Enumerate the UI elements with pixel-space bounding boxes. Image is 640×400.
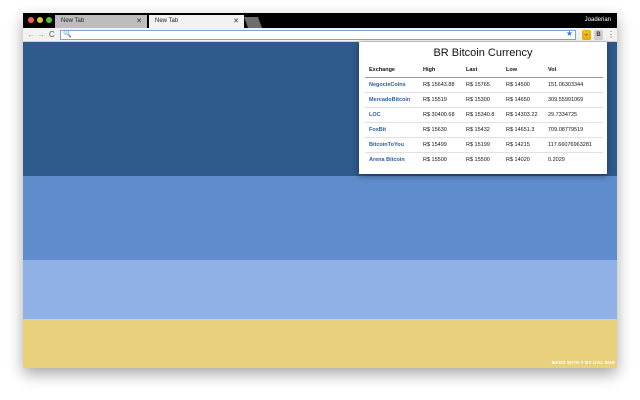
browser-toolbar: ← → C 🔍 ★ 🐱 B ⋮ — [23, 28, 617, 42]
last-cell: R$ 15300 — [462, 91, 502, 107]
exchange-link[interactable]: NegocieCoins — [365, 77, 419, 92]
column-header-last: Last — [462, 64, 502, 78]
color-band-4: MADE WITH ♥ BY GAL BHR — [23, 319, 617, 368]
table-row: LOC R$ 30400.68 R$ 15340.8 R$ 14303.22 2… — [365, 106, 603, 122]
high-cell: R$ 15643.88 — [423, 81, 455, 88]
column-header-low: Low — [502, 64, 544, 78]
search-icon: 🔍 — [63, 31, 72, 38]
close-tab-icon[interactable]: ✕ — [233, 15, 239, 28]
popup-title: BR Bitcoin Currency — [433, 47, 533, 59]
last-cell: R$ 15765 — [466, 81, 490, 88]
exchange-link[interactable]: BitcoinToYou — [365, 136, 419, 152]
profile-name[interactable]: Joaderian — [585, 13, 611, 28]
high-cell: R$ 15499 — [419, 136, 462, 152]
currency-table: Exchange High Last Low Vol NegocieCoins … — [365, 64, 603, 167]
last-cell: R$ 15500 — [462, 151, 502, 167]
exchange-link[interactable]: MercadoBitcoin — [365, 91, 419, 107]
table-row: Arena Bitcoin R$ 15500 R$ 15500 R$ 14020… — [365, 151, 603, 167]
low-cell: R$ 14500 — [506, 81, 530, 88]
exchange-link[interactable]: Arena Bitcoin — [365, 151, 419, 167]
low-cell: R$ 14020 — [502, 151, 544, 167]
table-row: MercadoBitcoin R$ 15519 R$ 15300 R$ 1465… — [365, 91, 603, 107]
extension-popup: BR Bitcoin Currency Exchange High Last L… — [359, 42, 607, 174]
tab-new-tab-1[interactable]: New Tab ✕ — [55, 15, 147, 28]
high-cell: R$ 15630 — [419, 121, 462, 137]
column-header-vol: Vol — [544, 64, 603, 78]
vol-cell: 151.06303344 — [548, 81, 584, 88]
low-cell: R$ 14303.22 — [502, 106, 544, 122]
close-tab-icon[interactable]: ✕ — [136, 15, 142, 28]
high-cell: R$ 15519 — [419, 91, 462, 107]
table-row: FoxBit R$ 15630 R$ 15432 R$ 14651.3 709.… — [365, 121, 603, 137]
tab-label: New Tab — [155, 18, 179, 24]
vol-cell: 309.55991069 — [544, 91, 603, 107]
cat-extension-icon[interactable]: 🐱 — [582, 30, 591, 40]
column-header-high: High — [419, 64, 462, 78]
reload-icon[interactable]: C — [49, 28, 55, 42]
last-cell: R$ 15432 — [462, 121, 502, 137]
bookmark-star-icon[interactable]: ★ — [566, 29, 573, 38]
table-row: NegocieCoins R$ 15643.88 R$ 15765 R$ 145… — [365, 77, 603, 92]
close-window-button[interactable] — [28, 17, 34, 23]
tab-new-tab-2[interactable]: New Tab ✕ — [149, 15, 244, 28]
vol-cell: 709.08779519 — [544, 121, 603, 137]
last-cell: R$ 15199 — [462, 136, 502, 152]
high-cell: R$ 30400.68 — [419, 106, 462, 122]
minimize-window-button[interactable] — [37, 17, 43, 23]
bitcoin-extension-icon[interactable]: B — [594, 30, 603, 40]
color-band-3 — [23, 260, 617, 319]
tab-label: New Tab — [61, 18, 85, 24]
browser-window: New Tab ✕ New Tab ✕ Joaderian ← → C 🔍 ★ … — [23, 13, 617, 368]
menu-dots-icon[interactable]: ⋮ — [607, 28, 615, 42]
exchange-link[interactable]: FoxBit — [365, 121, 419, 137]
title-bar: New Tab ✕ New Tab ✕ Joaderian — [23, 13, 617, 28]
vol-cell: 117.66076963281 — [544, 136, 603, 152]
table-row: BitcoinToYou R$ 15499 R$ 15199 R$ 14215 … — [365, 136, 603, 152]
column-header-exchange: Exchange — [365, 64, 419, 78]
made-with-credit: MADE WITH ♥ BY GAL BHR — [551, 360, 615, 365]
last-cell: R$ 15340.8 — [462, 106, 502, 122]
forward-arrow-icon[interactable]: → — [37, 28, 45, 42]
vol-cell: 29.7334725 — [544, 106, 603, 122]
low-cell: R$ 14651.3 — [502, 121, 544, 137]
low-cell: R$ 14650 — [502, 91, 544, 107]
color-band-2 — [23, 176, 617, 260]
back-arrow-icon[interactable]: ← — [27, 28, 35, 42]
table-header-row: Exchange High Last Low Vol — [365, 64, 603, 78]
maximize-window-button[interactable] — [46, 17, 52, 23]
low-cell: R$ 14215 — [502, 136, 544, 152]
new-tab-button[interactable] — [243, 17, 263, 28]
vol-cell: 0.2029 — [544, 151, 603, 167]
exchange-link[interactable]: LOC — [365, 106, 419, 122]
address-bar[interactable]: 🔍 ★ — [60, 29, 576, 40]
high-cell: R$ 15500 — [419, 151, 462, 167]
